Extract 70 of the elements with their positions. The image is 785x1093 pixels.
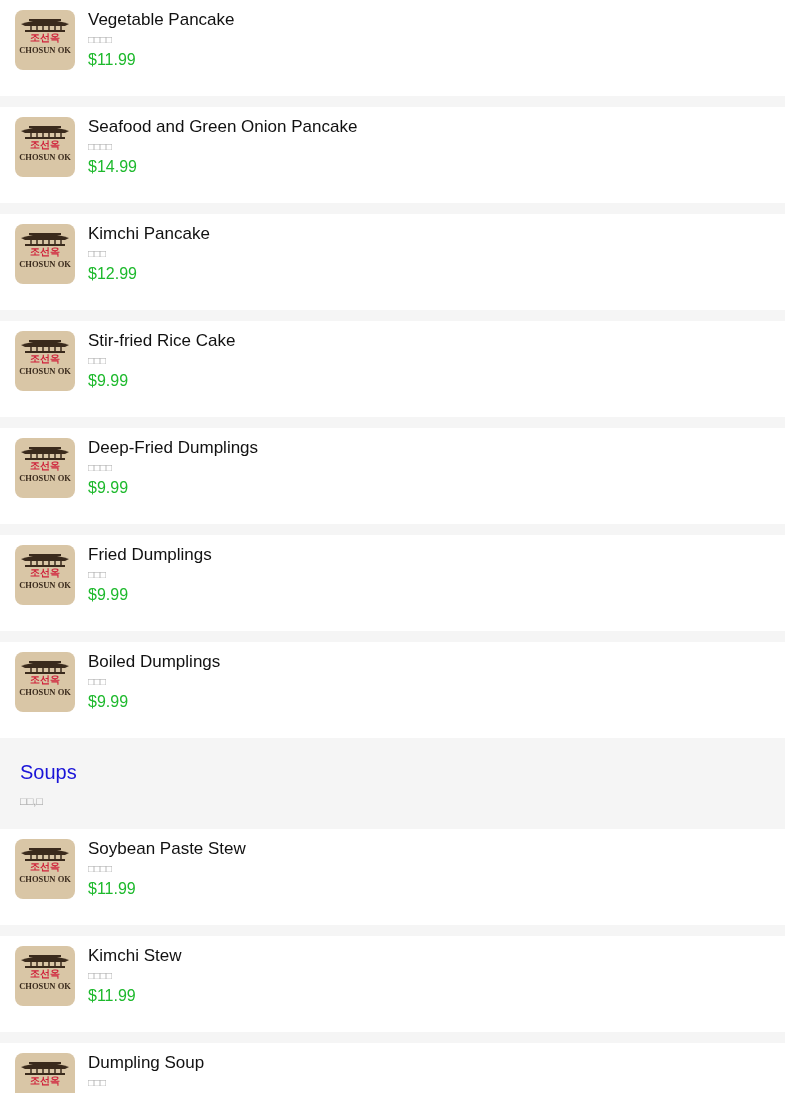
roof-icon (19, 123, 71, 139)
item-name: Soybean Paste Stew (88, 839, 246, 858)
logo-text: 조선옥 (30, 1075, 60, 1087)
menu-item-card[interactable]: 조선옥 CHOSUN OK Vegetable Pancake □□□□ $11.99 (0, 0, 785, 96)
menu-item-card[interactable]: 조선옥 CHOSUN OK Boiled Dumplings □□□ $9.99 (0, 642, 785, 738)
logo-text: CHOSUN OK (19, 151, 71, 163)
menu-item-card[interactable]: 조선옥 CHOSUN OK Stir-fried Rice Cake □□□ $9.99 (0, 321, 785, 417)
item-price: $9.99 (88, 479, 130, 497)
logo-text: 조선옥 (30, 353, 60, 365)
item-price: $11.99 (88, 880, 137, 898)
section-title: Soups (20, 760, 78, 784)
item-name: Dumpling Soup (88, 1053, 205, 1072)
logo-text: CHOSUN OK (19, 365, 71, 377)
logo-text: CHOSUN OK (19, 44, 71, 56)
item-name: Stir-fried Rice Cake (88, 331, 236, 350)
roof-icon (19, 337, 71, 353)
item-subtitle: □□□□ (88, 461, 114, 475)
menu-item-card[interactable]: 조선옥 Dumpling Soup □□□ (0, 1043, 785, 1093)
section-subtitle: □□,□ (20, 794, 44, 809)
item-price: $9.99 (88, 372, 130, 390)
logo-text: CHOSUN OK (19, 980, 71, 992)
item-subtitle: □□□ (88, 675, 108, 689)
logo-text: 조선옥 (30, 139, 60, 151)
item-name: Kimchi Stew (88, 946, 182, 965)
roof-icon (19, 1059, 71, 1075)
menu-item-card[interactable]: 조선옥 CHOSUN OK Soybean Paste Stew □□□□ $11.99 (0, 829, 785, 925)
logo-text: 조선옥 (30, 861, 60, 873)
logo-text: 조선옥 (30, 460, 60, 472)
logo-text: CHOSUN OK (19, 873, 71, 885)
roof-icon (19, 845, 71, 861)
logo-text: CHOSUN OK (19, 258, 71, 270)
item-name: Seafood and Green Onion Pancake (88, 117, 358, 136)
item-subtitle: □□□ (88, 1076, 108, 1090)
item-name: Boiled Dumplings (88, 652, 221, 671)
roof-icon (19, 952, 71, 968)
item-subtitle: □□□□ (88, 862, 114, 876)
item-subtitle: □□□ (88, 247, 108, 261)
logo-text: 조선옥 (30, 246, 60, 258)
logo-text: CHOSUN OK (19, 579, 71, 591)
logo-text: 조선옥 (30, 968, 60, 980)
menu-item-card[interactable]: 조선옥 CHOSUN OK Seafood and Green Onion Pancake □□□□ $14.99 (0, 107, 785, 203)
logo-text: CHOSUN OK (19, 472, 71, 484)
logo-text: 조선옥 (30, 567, 60, 579)
item-subtitle: □□□□ (88, 33, 114, 47)
logo-text: 조선옥 (30, 32, 60, 44)
menu-item-card[interactable]: 조선옥 CHOSUN OK Kimchi Stew □□□□ $11.99 (0, 936, 785, 1032)
item-subtitle: □□□ (88, 354, 108, 368)
item-name: Fried Dumplings (88, 545, 212, 564)
roof-icon (19, 16, 71, 32)
item-subtitle: □□□□ (88, 969, 114, 983)
logo-text: CHOSUN OK (19, 686, 71, 698)
roof-icon (19, 658, 71, 674)
logo-text: 조선옥 (30, 674, 60, 686)
menu-item-card[interactable]: 조선옥 CHOSUN OK Kimchi Pancake □□□ $12.99 (0, 214, 785, 310)
item-name: Kimchi Pancake (88, 224, 210, 243)
item-subtitle: □□□□ (88, 140, 114, 154)
item-price: $14.99 (88, 158, 138, 176)
item-price: $12.99 (88, 265, 138, 283)
item-name: Vegetable Pancake (88, 10, 235, 29)
menu-item-card[interactable]: 조선옥 CHOSUN OK Fried Dumplings □□□ $9.99 (0, 535, 785, 631)
item-price: $9.99 (88, 586, 130, 604)
roof-icon (19, 444, 71, 460)
menu-item-card[interactable]: 조선옥 CHOSUN OK Deep-Fried Dumplings □□□□ $9.99 (0, 428, 785, 524)
roof-icon (19, 230, 71, 246)
item-subtitle: □□□ (88, 568, 108, 582)
item-price: $9.99 (88, 693, 130, 711)
item-price: $11.99 (88, 51, 137, 69)
item-name: Deep-Fried Dumplings (88, 438, 259, 457)
roof-icon (19, 551, 71, 567)
item-price: $11.99 (88, 987, 137, 1005)
